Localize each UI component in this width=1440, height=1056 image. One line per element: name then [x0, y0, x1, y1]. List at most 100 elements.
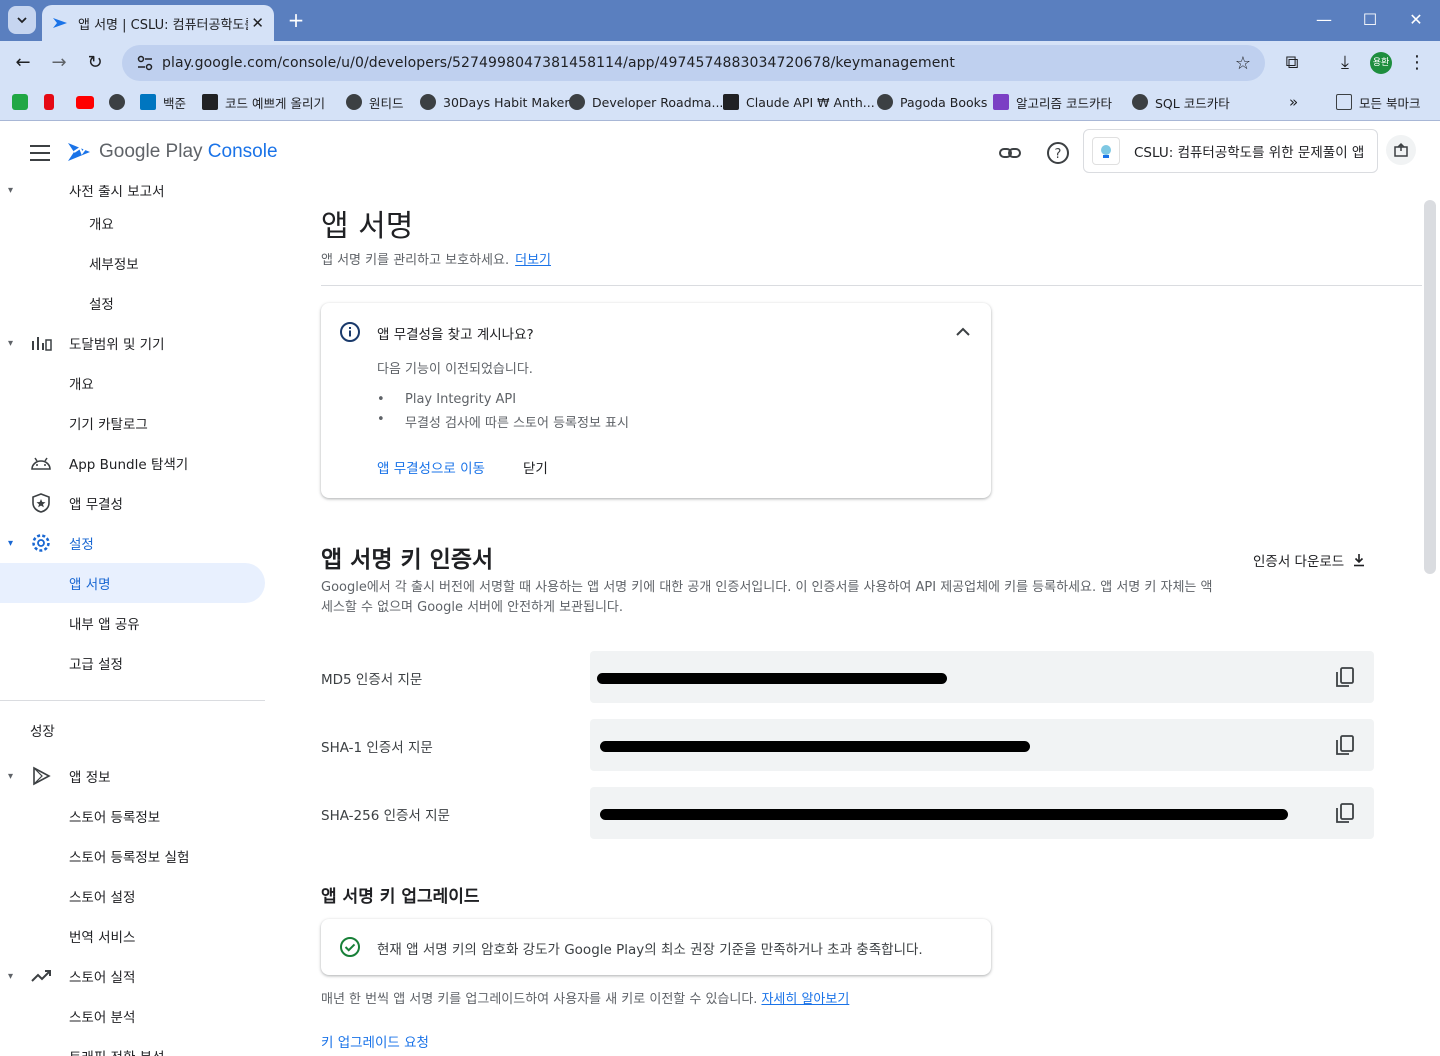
download-certificate-button[interactable]: 인증서 다운로드 — [1253, 550, 1366, 570]
sidebar-item-app-signing[interactable]: 앱 서명 — [0, 563, 265, 603]
bookmark-star-icon[interactable]: ☆ — [1235, 53, 1251, 74]
sidebar-item-store-listing-experiments[interactable]: 스토어 등록정보 실험 — [0, 836, 265, 876]
sidebar-item-reach-overview[interactable]: 개요 — [0, 363, 265, 403]
sidebar-nav: ▾ 사전 출시 보고서 개요 세부정보 설정 ▾ 도달범위 및 기기 개요 기기… — [0, 185, 280, 1056]
sidebar-item-store-settings[interactable]: 스토어 설정 — [0, 876, 265, 916]
bookmark-developer-roadmap[interactable]: Developer Roadma... — [569, 91, 723, 113]
sidebar-item-store-analysis[interactable]: 스토어 분석 — [0, 996, 265, 1036]
go-to-app-integrity-button[interactable]: 앱 무결성으로 이동 — [377, 457, 485, 477]
cert-section-description: Google에서 각 출시 버전에 서명할 때 사용하는 앱 서명 키에 대한 … — [321, 580, 1213, 615]
bookmark-habit-maker[interactable]: 30Days Habit Maker — [420, 91, 569, 113]
fingerprint-value-box[interactable] — [590, 787, 1374, 839]
bookmark-naver[interactable] — [12, 91, 28, 113]
learn-more-link[interactable]: 더보기 — [515, 253, 551, 268]
sidebar-item-store-performance[interactable]: ▾ 스토어 실적 — [0, 956, 265, 996]
copy-icon[interactable] — [1333, 733, 1357, 757]
caret-down-icon: ▾ — [8, 537, 14, 549]
sidebar-item-advanced-settings[interactable]: 고급 설정 — [0, 643, 265, 683]
new-tab-button[interactable]: + — [284, 8, 308, 32]
sidebar-item-prelaunch-overview[interactable]: 개요 — [0, 203, 265, 243]
list-item: 무결성 검사에 따른 스토어 등록정보 표시 — [377, 412, 629, 432]
bookmark-baekjoon[interactable]: 백준 — [140, 91, 186, 113]
key-strength-status-card: 현재 앱 서명 키의 암호화 강도가 Google Play의 최소 권장 기준… — [321, 919, 991, 975]
page-subtitle: 앱 서명 키를 관리하고 보호하세요. 더보기 — [321, 253, 551, 268]
bookmarks-overflow-icon[interactable]: » — [1289, 91, 1298, 113]
maximize-icon[interactable]: ☐ — [1358, 8, 1382, 32]
app-selector[interactable]: CSLU: 컴퓨터공학도를 위한 문제풀이 앱 — [1083, 129, 1378, 173]
bookmark-web[interactable] — [109, 91, 132, 113]
sidebar-item-app-bundle-explorer[interactable]: App Bundle 탐색기 — [0, 443, 265, 483]
md5-fingerprint-row: MD5 인증서 지문 — [321, 651, 1374, 703]
bookmark-wanted[interactable]: 원티드 — [346, 91, 404, 113]
copy-icon[interactable] — [1333, 665, 1357, 689]
sidebar-item-device-catalog[interactable]: 기기 카탈로그 — [0, 403, 265, 443]
play-console-logo-icon — [68, 143, 90, 161]
bookmark-netflix[interactable] — [44, 91, 54, 113]
play-console-favicon-icon — [53, 18, 67, 28]
page-scrollbar[interactable] — [1424, 200, 1436, 574]
bookmark-algorithm-kata[interactable]: 알고리즘 코드카타 — [993, 91, 1112, 113]
info-card-body: 다음 기능이 이전되었습니다. — [377, 362, 533, 377]
minimize-icon[interactable]: — — [1312, 8, 1336, 32]
request-key-upgrade-button[interactable]: 키 업그레이드 요청 — [321, 1031, 429, 1051]
info-card-bullets: Play Integrity API 무결성 검사에 따른 스토어 등록정보 표… — [377, 392, 629, 432]
sidebar-item-app-info[interactable]: ▾ 앱 정보 — [0, 756, 265, 796]
link-icon[interactable] — [995, 138, 1025, 168]
close-tab-icon[interactable]: ✕ — [251, 14, 264, 32]
sidebar-divider — [0, 700, 265, 701]
fingerprint-value-box[interactable] — [590, 719, 1374, 771]
app-name: CSLU: 컴퓨터공학도를 위한 문제풀이 앱 — [1134, 145, 1365, 161]
extensions-icon[interactable]: ⧉ — [1280, 51, 1304, 75]
chevron-up-icon[interactable] — [952, 321, 974, 343]
caret-down-icon: ▾ — [8, 770, 14, 782]
sidebar-item-prelaunch-details[interactable]: 세부정보 — [0, 243, 265, 283]
tab-title: 앱 서명 | CSLU: 컴퓨터공학도를 — [78, 17, 248, 33]
bookmark-youtube[interactable] — [76, 91, 94, 113]
fingerprint-value-box[interactable] — [590, 651, 1374, 703]
copy-icon[interactable] — [1333, 801, 1357, 825]
sidebar-item-internal-app-sharing[interactable]: 내부 앱 공유 — [0, 603, 265, 643]
site-settings-icon[interactable] — [136, 54, 154, 72]
bookmark-claude-api[interactable]: Claude API ₩ Anth... — [723, 91, 875, 113]
sidebar-item-setup[interactable]: ▾ 설정 — [0, 523, 265, 563]
brand-name[interactable]: Google Play Console — [99, 141, 278, 163]
publishing-overview-icon[interactable] — [1386, 135, 1416, 165]
info-card-title: 앱 무결성을 찾고 계시나요? — [377, 327, 534, 343]
upgrade-section-title: 앱 서명 키 업그레이드 — [321, 887, 480, 907]
sidebar-item-store-listing[interactable]: 스토어 등록정보 — [0, 796, 265, 836]
info-icon — [340, 322, 360, 342]
bar-chart-icon — [32, 337, 52, 351]
main-content: 앱 서명 앱 서명 키를 관리하고 보호하세요. 더보기 앱 무결성을 찾고 계시… — [280, 185, 1440, 1056]
profile-avatar[interactable]: 용환 — [1370, 52, 1392, 74]
more-menu-icon[interactable]: ⋮ — [1405, 51, 1429, 75]
sidebar-item-traffic-conversion[interactable]: 트래픽 전환 분석 — [0, 1036, 265, 1056]
sidebar-item-prelaunch-settings[interactable]: 설정 — [0, 283, 265, 323]
bookmark-sql-kata[interactable]: SQL 코드카타 — [1132, 91, 1230, 113]
svg-text:?: ? — [1055, 147, 1062, 162]
bookmark-pagoda-books[interactable]: Pagoda Books — [877, 91, 987, 113]
dismiss-button[interactable]: 닫기 — [523, 457, 548, 477]
sidebar-item-translation-service[interactable]: 번역 서비스 — [0, 916, 265, 956]
sidebar-item-reach-devices[interactable]: ▾ 도달범위 및 기기 — [0, 323, 265, 363]
upgrade-learn-more-link[interactable]: 자세히 알아보기 — [761, 992, 849, 1007]
key-strength-status-text: 현재 앱 서명 키의 암호화 강도가 Google Play의 최소 권장 기준… — [377, 942, 923, 958]
menu-icon[interactable] — [30, 145, 50, 161]
fingerprint-label: SHA-1 인증서 지문 — [321, 740, 433, 756]
bookmarks-bar: 백준 코드 예쁘게 올리기 원티드 30Days Habit Maker Dev… — [0, 84, 1440, 121]
sidebar-item-app-integrity[interactable]: 앱 무결성 — [0, 483, 265, 523]
close-window-icon[interactable]: ✕ — [1404, 8, 1428, 32]
back-icon[interactable]: ← — [9, 49, 37, 77]
tab-search-button[interactable] — [8, 6, 36, 34]
all-bookmarks[interactable]: 모든 북마크 — [1336, 91, 1420, 113]
browser-tab-active[interactable]: 앱 서명 | CSLU: 컴퓨터공학도를 ✕ — [42, 5, 274, 41]
integrity-info-card: 앱 무결성을 찾고 계시나요? 다음 기능이 이전되었습니다. Play Int… — [321, 303, 991, 498]
download-icon[interactable]: ⤓ — [1333, 51, 1357, 75]
forward-icon[interactable]: → — [45, 49, 73, 77]
help-icon[interactable]: ? — [1043, 138, 1073, 168]
address-bar[interactable]: play.google.com/console/u/0/developers/5… — [122, 45, 1265, 81]
caret-down-icon: ▾ — [8, 337, 14, 349]
chevron-down-icon — [17, 17, 27, 24]
bookmark-code-beautify[interactable]: 코드 예쁘게 올리기 — [202, 91, 325, 113]
reload-icon[interactable]: ↻ — [81, 49, 109, 77]
app-icon — [1092, 137, 1120, 165]
